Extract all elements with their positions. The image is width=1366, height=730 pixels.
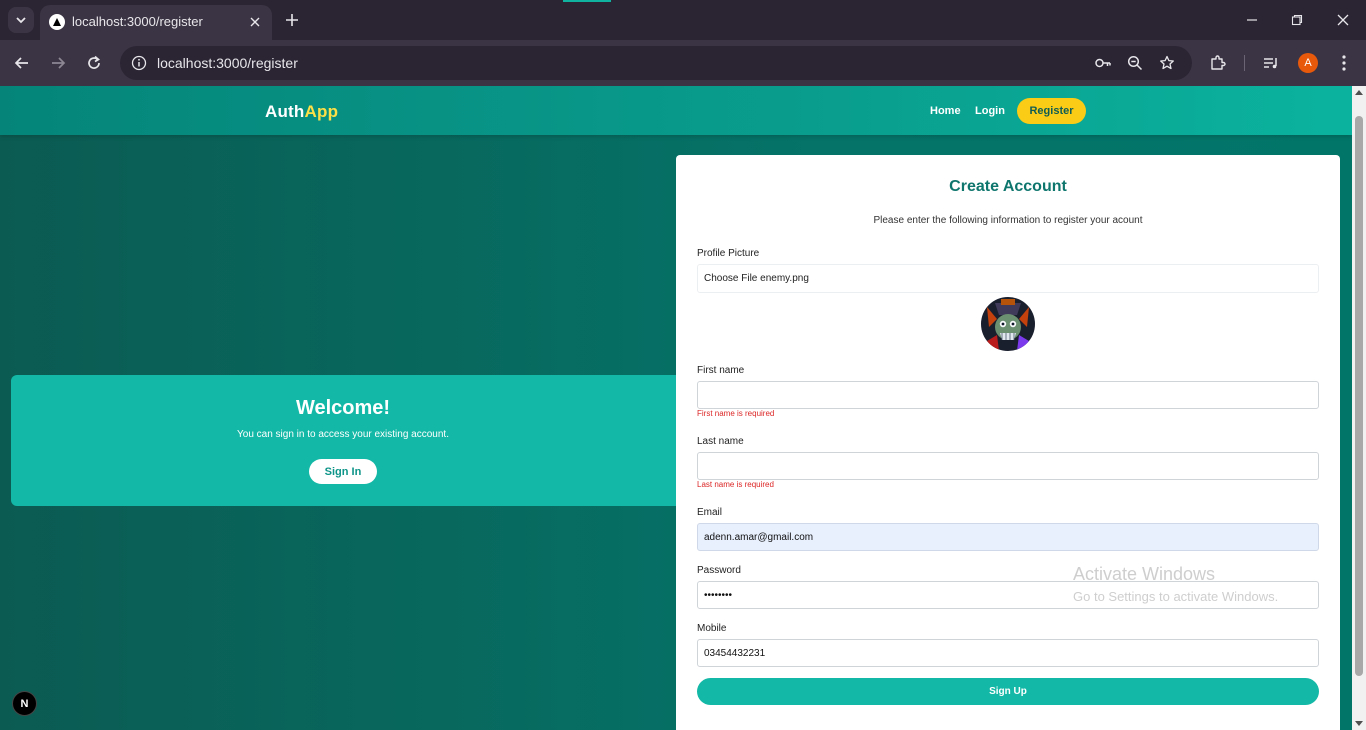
page-scrollbar[interactable] (1352, 86, 1366, 730)
scroll-down-arrow-icon[interactable] (1355, 721, 1363, 726)
zoom-icon[interactable] (1126, 54, 1144, 72)
tab-title: localhost:3000/register (72, 14, 203, 29)
brand-text-app: App (304, 102, 339, 121)
tab-search-button[interactable] (8, 7, 34, 33)
profile-picture-label: Profile Picture (697, 248, 760, 259)
activate-windows-watermark: Activate Windows Go to Settings to activ… (1073, 564, 1278, 604)
page-viewport: AuthApp Home Login Register Welcome! You… (0, 86, 1352, 730)
forward-arrow-icon[interactable] (46, 51, 70, 75)
browser-tab-bar: localhost:3000/register (0, 0, 1366, 40)
address-bar[interactable]: localhost:3000/register (120, 46, 1192, 80)
minimize-icon[interactable] (1238, 8, 1266, 32)
active-tab[interactable]: localhost:3000/register (40, 5, 272, 40)
form-title: Create Account (949, 178, 1067, 195)
close-window-icon[interactable] (1329, 8, 1357, 32)
first-name-label: First name (697, 365, 745, 376)
last-name-input[interactable] (697, 452, 1319, 480)
last-name-error: Last name is required (697, 480, 774, 489)
scroll-thumb[interactable] (1355, 116, 1363, 676)
sign-in-button[interactable]: Sign In (309, 459, 377, 484)
browser-toolbar: localhost:3000/register A (0, 40, 1366, 86)
back-arrow-icon[interactable] (10, 51, 34, 75)
watermark-title: Activate Windows (1073, 564, 1216, 584)
mobile-label: Mobile (697, 623, 727, 634)
form-subtitle: Please enter the following information t… (873, 215, 1143, 226)
profile-picture-input[interactable]: Choose File enemy.png (697, 264, 1319, 293)
chevron-down-icon (16, 17, 26, 24)
tab-strip-accent (563, 0, 611, 2)
email-input[interactable]: adenn.amar@gmail.com (697, 523, 1319, 551)
first-name-error: First name is required (697, 409, 775, 418)
password-key-icon[interactable] (1094, 54, 1112, 72)
email-label: Email (697, 507, 723, 518)
nextjs-dev-indicator[interactable]: N (12, 691, 37, 716)
choose-file-button[interactable]: Choose File (704, 273, 757, 284)
last-name-label: Last name (697, 436, 744, 447)
sign-up-button[interactable]: Sign Up (697, 678, 1319, 705)
brand-text-auth: Auth (265, 102, 305, 121)
watermark-subtitle: Go to Settings to activate Windows. (1073, 589, 1279, 604)
file-name: enemy.png (760, 273, 809, 284)
site-navbar: AuthApp Home Login Register (0, 86, 1352, 135)
media-queue-icon[interactable] (1260, 52, 1282, 74)
first-name-input[interactable] (697, 381, 1319, 409)
nav-link-home[interactable]: Home (930, 105, 961, 117)
mobile-input[interactable]: 03454432231 (697, 639, 1319, 667)
url-text: localhost:3000/register (157, 55, 298, 71)
profile-picture-preview (981, 297, 1035, 351)
kebab-menu-icon[interactable] (1333, 52, 1355, 74)
bookmark-star-icon[interactable] (1158, 54, 1176, 72)
new-tab-plus-icon[interactable] (282, 10, 302, 30)
welcome-text: You can sign in to access your existing … (237, 429, 449, 440)
site-info-icon[interactable] (130, 54, 148, 72)
toolbar-separator (1244, 55, 1245, 71)
nav-link-login[interactable]: Login (975, 105, 1005, 117)
extensions-puzzle-icon[interactable] (1207, 52, 1229, 74)
reload-icon[interactable] (82, 51, 106, 75)
profile-avatar[interactable]: A (1298, 53, 1318, 73)
restore-icon[interactable] (1283, 8, 1311, 32)
welcome-title: Welcome! (295, 397, 391, 419)
tab-close-icon[interactable] (246, 13, 264, 31)
welcome-panel: Welcome! You can sign in to access your … (11, 375, 679, 506)
nav-register-button[interactable]: Register (1017, 98, 1086, 124)
register-form-card: Create Account Please enter the followin… (676, 155, 1340, 730)
nextjs-favicon-icon (49, 14, 65, 30)
scroll-up-arrow-icon[interactable] (1355, 90, 1363, 95)
brand-logo[interactable]: AuthApp (265, 102, 338, 122)
password-label: Password (697, 565, 741, 576)
